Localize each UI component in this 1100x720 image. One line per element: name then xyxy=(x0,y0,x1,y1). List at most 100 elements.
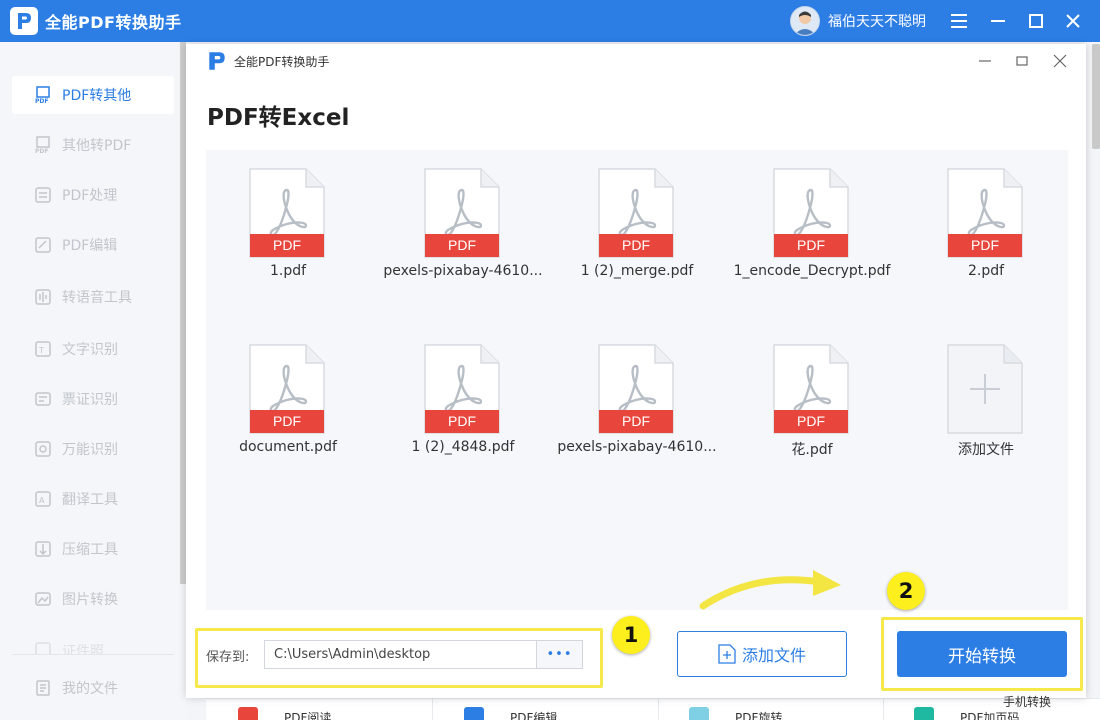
pdf-badge: PDF xyxy=(448,413,476,429)
universal-recognition-icon xyxy=(34,440,52,458)
dialog-maximize-icon[interactable] xyxy=(1012,51,1032,71)
sidebar-item-universal[interactable]: 万能识别 xyxy=(12,430,174,468)
user-profile[interactable]: 福伯天天不聪明 xyxy=(790,6,926,36)
file-item[interactable]: PDF pexels-pixabay-4610... xyxy=(378,150,548,280)
dialog-logo-icon xyxy=(206,50,228,72)
sidebar-item-label: 转语音工具 xyxy=(62,290,132,306)
save-path-field[interactable]: C:\Users\Admin\desktop xyxy=(264,640,536,669)
strip-item-pdf-edit[interactable]: PDF编辑 xyxy=(464,707,557,720)
sidebar-item-translate[interactable]: A 翻译工具 xyxy=(12,480,174,518)
menu-icon[interactable] xyxy=(947,9,971,33)
sidebar-item-speech[interactable]: 转语音工具 xyxy=(12,278,174,316)
pdf-convert-icon: PDF xyxy=(34,86,52,104)
add-file-icon xyxy=(718,644,736,664)
sidebar-divider xyxy=(12,654,174,655)
translate-icon: A xyxy=(34,490,52,508)
app-title: 全能PDF转换助手 xyxy=(45,13,182,32)
pdf-page-number-icon xyxy=(914,707,934,720)
pdf-edit-icon xyxy=(34,236,52,254)
file-name: 花.pdf xyxy=(791,442,833,458)
app-logo-icon xyxy=(10,7,38,35)
pdf-badge: PDF xyxy=(797,413,825,429)
close-icon[interactable] xyxy=(1061,9,1085,33)
sidebar-item-label: 票证识别 xyxy=(62,392,118,408)
file-item[interactable]: PDF 2.pdf xyxy=(901,150,1071,280)
pdf-badge: PDF xyxy=(273,237,301,253)
dialog-window-title: 全能PDF转换助手 xyxy=(234,54,330,69)
id-photo-icon xyxy=(34,641,52,654)
add-file-button[interactable]: 添加文件 xyxy=(677,631,847,677)
sidebar-item-pdf-edit[interactable]: PDF编辑 xyxy=(12,226,174,264)
sidebar-item-label: 图片转换 xyxy=(62,592,118,608)
feature-strip: PDF阅读 PDF编辑 PDF旋转 PDF加页码 xyxy=(206,698,1100,720)
sidebar-item-pdf-process[interactable]: PDF处理 xyxy=(12,176,174,214)
sidebar-item-ocr[interactable]: T 文字识别 xyxy=(12,330,174,368)
sidebar-item-label: 其他转PDF xyxy=(62,138,132,154)
sidebar-item-ticket[interactable]: 票证识别 xyxy=(12,380,174,418)
sidebar-item-label: 万能识别 xyxy=(62,442,118,458)
save-to-label: 保存到: xyxy=(206,650,250,665)
file-item[interactable]: PDF 1 (2)_merge.pdf xyxy=(552,150,722,280)
minimize-icon[interactable] xyxy=(986,9,1010,33)
compress-icon xyxy=(34,540,52,558)
file-item[interactable]: PDF 1_encode_Decrypt.pdf xyxy=(727,150,897,280)
convert-dialog: 全能PDF转换助手 PDF转Excel PDF 1.pdf PDF pexels… xyxy=(186,44,1086,698)
pdf-rotate-icon xyxy=(689,707,709,720)
add-file-tile[interactable]: 添加文件 xyxy=(901,326,1071,458)
sidebar-item-id-photo[interactable]: 证件照 xyxy=(12,630,174,654)
file-name: document.pdf xyxy=(239,439,337,455)
dialog-titlebar: 全能PDF转换助手 xyxy=(186,44,1086,78)
window-scrollbar[interactable] xyxy=(1092,44,1100,149)
sidebar-item-compress[interactable]: 压缩工具 xyxy=(12,530,174,568)
file-name: 1_encode_Decrypt.pdf xyxy=(733,263,891,279)
my-files-icon xyxy=(34,679,52,697)
file-item[interactable]: PDF document.pdf xyxy=(203,326,373,456)
speech-icon xyxy=(34,288,52,306)
file-item[interactable]: PDF 1.pdf xyxy=(203,150,373,280)
file-name: pexels-pixabay-4610... xyxy=(557,439,717,455)
avatar[interactable] xyxy=(790,6,820,36)
start-convert-button[interactable]: 开始转换 xyxy=(897,631,1067,677)
page-title: PDF转Excel xyxy=(207,105,350,131)
file-name: 1 (2)_merge.pdf xyxy=(580,263,694,279)
sidebar-item-pdf-to-other[interactable]: PDF PDF转其他 xyxy=(12,76,174,114)
file-grid: PDF 1.pdf PDF pexels-pixabay-4610... PDF… xyxy=(206,150,1068,610)
pdf-edit-icon xyxy=(464,707,484,720)
svg-text:T: T xyxy=(38,346,44,355)
phone-convert-label[interactable]: 手机转换 xyxy=(1003,693,1051,710)
ticket-icon xyxy=(34,390,52,408)
pdf-process-icon xyxy=(34,186,52,204)
dialog-close-icon[interactable] xyxy=(1050,51,1070,71)
file-item[interactable]: PDF pexels-pixabay-4610... xyxy=(552,326,722,456)
pdf-badge: PDF xyxy=(622,413,650,429)
add-file-label: 添加文件 xyxy=(958,442,1014,458)
strip-item-pdf-rotate[interactable]: PDF旋转 xyxy=(689,707,782,720)
sidebar-item-label: 翻译工具 xyxy=(62,492,118,508)
sidebar-item-label: 压缩工具 xyxy=(62,542,118,558)
sidebar-item-image-convert[interactable]: 图片转换 xyxy=(12,580,174,618)
to-pdf-icon: PDF xyxy=(34,136,52,154)
strip-item-pdf-read[interactable]: PDF阅读 xyxy=(238,707,331,720)
maximize-icon[interactable] xyxy=(1024,9,1048,33)
pdf-read-icon xyxy=(238,707,258,720)
ocr-icon: T xyxy=(34,340,52,358)
pdf-badge: PDF xyxy=(622,237,650,253)
sidebar-item-other-to-pdf[interactable]: PDF 其他转PDF xyxy=(12,126,174,164)
arrow-icon xyxy=(699,570,841,610)
pdf-badge: PDF xyxy=(797,237,825,253)
pdf-badge: PDF xyxy=(971,237,999,253)
user-name[interactable]: 福伯天天不聪明 xyxy=(828,11,926,31)
pdf-badge: PDF xyxy=(448,237,476,253)
sidebar-item-label: 我的文件 xyxy=(62,681,118,697)
file-name: 2.pdf xyxy=(967,263,1005,279)
strip-divider xyxy=(432,699,433,720)
file-name: pexels-pixabay-4610... xyxy=(383,263,543,279)
step-2-badge: 2 xyxy=(887,572,925,610)
dialog-minimize-icon[interactable] xyxy=(975,51,995,71)
file-item[interactable]: PDF 1 (2)_4848.pdf xyxy=(378,326,548,456)
file-item[interactable]: PDF 花.pdf xyxy=(727,326,897,458)
step-1-badge: 1 xyxy=(612,616,650,654)
sidebar-item-my-files[interactable]: 我的文件 xyxy=(12,669,174,707)
browse-button[interactable]: ••• xyxy=(536,640,583,669)
add-file-icon xyxy=(947,344,1023,434)
